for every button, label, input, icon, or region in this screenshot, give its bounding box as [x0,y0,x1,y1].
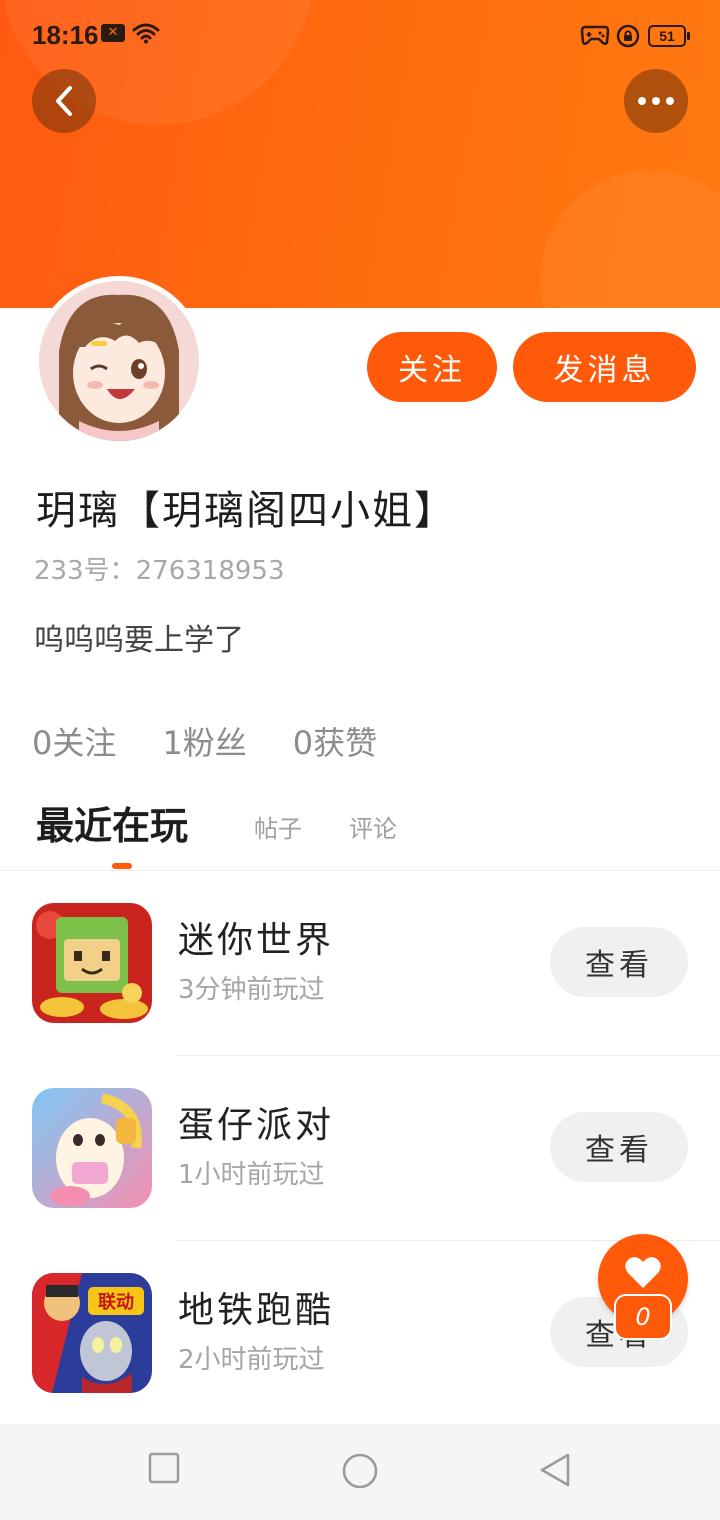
mail-icon: ✕ [101,24,125,42]
status-time: 18:16 [32,20,99,50]
game-collab-badge: 联动 [98,1292,134,1313]
view-game-button[interactable]: 查看 [550,1112,688,1182]
profile-bio: 呜呜呜要上学了 [34,623,244,658]
more-options-button[interactable] [624,69,688,133]
tab-posts[interactable]: 帖子 [254,809,302,844]
battery-icon: 51 [648,25,690,47]
game-played-time: 1小时前玩过 [178,1160,325,1190]
view-game-button[interactable]: 查看 [550,927,688,997]
following-count[interactable]: 0关注 [32,718,116,764]
lock-rotation-icon [616,24,640,48]
system-nav-bar [0,1424,720,1520]
wifi-icon [132,23,160,44]
game-icon-eggy-party [32,1088,152,1208]
profile-tabs: 最近在玩 帖子 评论 [0,795,720,871]
recents-square-icon[interactable] [148,1452,180,1484]
likes-count: 0获赞 [292,724,378,762]
game-icon-subway-surfers: 联动 [32,1273,152,1393]
game-name: 蛋仔派对 [178,1105,335,1146]
avatar[interactable] [34,276,204,446]
more-dots-icon [638,97,674,105]
fans-count[interactable]: 1粉丝 [162,718,246,764]
follow-button[interactable]: 关注 [367,332,497,402]
status-bar: 18:16 ✕ 51 [0,0,720,72]
avatar-image [39,281,199,441]
game-name: 迷你世界 [178,920,335,961]
banner-decoration [540,170,720,308]
game-icon-mini-world [32,903,152,1023]
back-button[interactable] [32,69,96,133]
profile-stats: 0关注 1粉丝 0获赞 [32,718,377,764]
gamepad-icon [580,25,610,46]
list-item[interactable]: 迷你世界 3分钟前玩过 查看 [0,871,720,1056]
list-item[interactable]: 蛋仔派对 1小时前玩过 查看 [0,1056,720,1241]
active-tab-indicator [112,863,132,869]
game-name: 地铁跑酷 [178,1290,335,1331]
like-count-badge: 0 [614,1294,672,1340]
chevron-left-icon [56,86,72,116]
home-circle-icon[interactable] [341,1452,379,1490]
game-played-time: 3分钟前玩过 [178,975,325,1005]
profile-uid: 233号：276318953 [34,556,285,586]
send-message-button[interactable]: 发消息 [513,332,696,402]
tab-recently-played[interactable]: 最近在玩 [36,795,188,850]
game-played-time: 2小时前玩过 [178,1345,325,1375]
back-triangle-icon[interactable] [538,1452,574,1488]
profile-nickname: 玥璃【玥璃阁四小姐】 [36,488,456,534]
heart-icon [625,1257,661,1288]
tab-comments[interactable]: 评论 [349,809,397,844]
